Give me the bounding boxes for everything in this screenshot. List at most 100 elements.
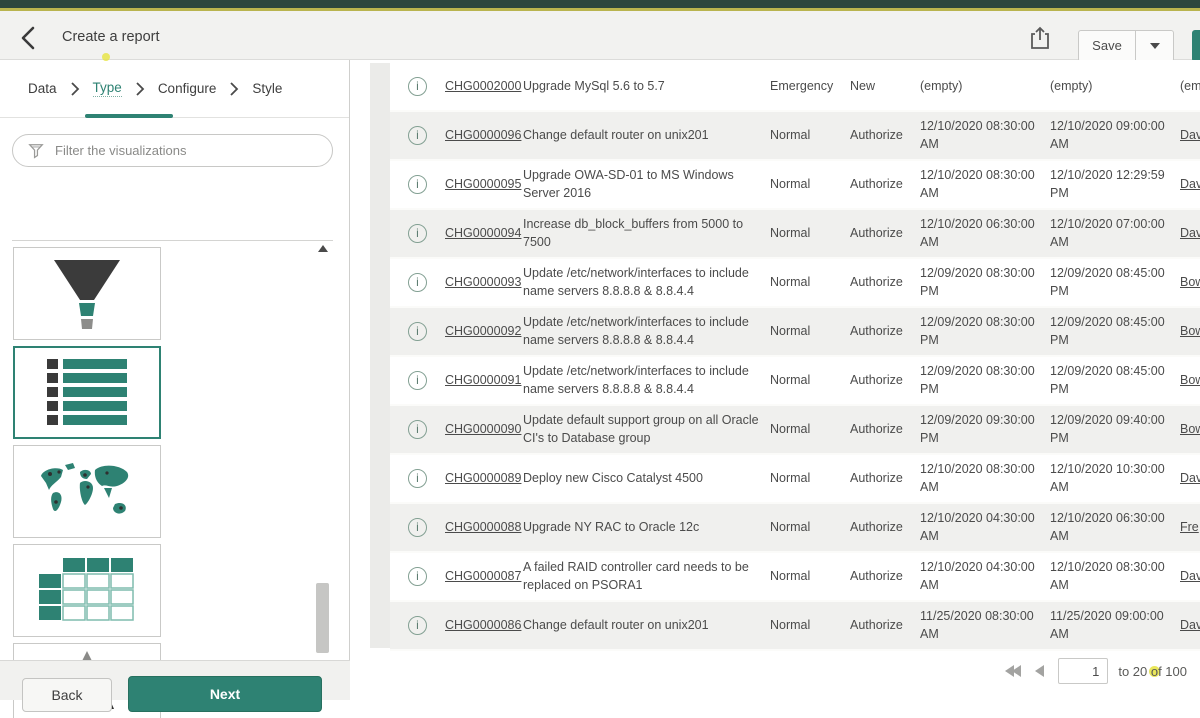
priority: Normal: [770, 515, 850, 541]
save-button[interactable]: Save: [1078, 30, 1136, 62]
start-date: 12/09/2020 08:30:00 PM: [920, 261, 1050, 304]
change-number-link[interactable]: CHG0000092: [445, 324, 521, 338]
change-number-link[interactable]: CHG0002000: [445, 79, 521, 93]
state: Authorize: [850, 613, 920, 639]
info-icon[interactable]: i: [408, 77, 427, 96]
priority: Normal: [770, 221, 850, 247]
filter-visualizations-field[interactable]: [12, 134, 333, 167]
viz-scrollbar[interactable]: [315, 243, 331, 703]
scrollbar-thumb[interactable]: [316, 583, 329, 653]
end-date: (empty): [1050, 74, 1180, 100]
short-description: Upgrade OWA-SD-01 to MS Windows Server 2…: [523, 163, 770, 206]
info-icon[interactable]: i: [408, 126, 427, 145]
info-icon[interactable]: i: [408, 371, 427, 390]
viz-thumb-heatmap[interactable]: [13, 544, 161, 637]
change-number-link[interactable]: CHG0000095: [445, 177, 521, 191]
priority: Normal: [770, 613, 850, 639]
back-button[interactable]: Back: [22, 678, 112, 712]
page-number-input[interactable]: [1058, 658, 1108, 684]
caret-down-icon: [1150, 43, 1160, 49]
filter-visualizations-input[interactable]: [55, 143, 332, 158]
step-style[interactable]: Style: [252, 81, 282, 96]
table-row[interactable]: i CHG0000086 Change default router on un…: [390, 602, 1200, 651]
info-icon[interactable]: i: [408, 518, 427, 537]
end-date: 12/09/2020 09:40:00 PM: [1050, 408, 1180, 451]
share-icon[interactable]: [1028, 25, 1052, 51]
priority: Normal: [770, 172, 850, 198]
assigned-to-link[interactable]: Dav: [1180, 128, 1200, 142]
scroll-up-icon[interactable]: [318, 245, 328, 252]
change-number-link[interactable]: CHG0000089: [445, 471, 521, 485]
change-number-link[interactable]: CHG0000094: [445, 226, 521, 240]
assigned-to-link[interactable]: Bow: [1180, 275, 1200, 289]
end-date: 12/10/2020 06:30:00 AM: [1050, 506, 1180, 549]
report-type-panel: Data Type Configure Style: [0, 60, 350, 700]
change-number-link[interactable]: CHG0000091: [445, 373, 521, 387]
short-description: Deploy new Cisco Catalyst 4500: [523, 466, 770, 492]
info-icon[interactable]: i: [408, 616, 427, 635]
priority: Normal: [770, 368, 850, 394]
step-configure[interactable]: Configure: [158, 81, 217, 96]
viz-thumb-world-map[interactable]: [13, 445, 161, 538]
assigned-to-link[interactable]: Bow: [1180, 324, 1200, 338]
chevron-right-icon: [229, 82, 239, 96]
table-row[interactable]: i CHG0000096 Change default router on un…: [390, 112, 1200, 161]
next-button[interactable]: Next: [128, 676, 322, 712]
save-dropdown-button[interactable]: [1136, 30, 1174, 62]
assigned-to-link[interactable]: Bow: [1180, 373, 1200, 387]
change-number-link[interactable]: CHG0000086: [445, 618, 521, 632]
back-arrow-button[interactable]: [16, 24, 44, 52]
info-icon[interactable]: i: [408, 420, 427, 439]
table-row[interactable]: i CHG0000089 Deploy new Cisco Catalyst 4…: [390, 455, 1200, 504]
info-icon[interactable]: i: [408, 273, 427, 292]
short-description: Update /etc/network/interfaces to includ…: [523, 261, 770, 304]
assigned-to-link[interactable]: Fre: [1180, 520, 1199, 534]
heatmap-table-icon: [37, 556, 137, 626]
assigned-to-link[interactable]: Dav: [1180, 618, 1200, 632]
viz-thumb-list[interactable]: [13, 346, 161, 439]
step-type[interactable]: Type: [93, 80, 122, 97]
assigned-to-link[interactable]: Bow: [1180, 422, 1200, 436]
priority: Normal: [770, 123, 850, 149]
info-icon[interactable]: i: [408, 224, 427, 243]
funnel-filter-icon: [27, 142, 45, 160]
table-row[interactable]: i CHG0000091 Update /etc/network/interfa…: [390, 357, 1200, 406]
short-description: Upgrade NY RAC to Oracle 12c: [523, 515, 770, 541]
info-icon[interactable]: i: [408, 175, 427, 194]
short-description: A failed RAID controller card needs to b…: [523, 555, 770, 598]
info-icon[interactable]: i: [408, 469, 427, 488]
change-number-link[interactable]: CHG0000088: [445, 520, 521, 534]
change-number-link[interactable]: CHG0000093: [445, 275, 521, 289]
state: Authorize: [850, 270, 920, 296]
assigned-to-link[interactable]: Dav: [1180, 471, 1200, 485]
table-row[interactable]: i CHG0000090 Update default support grou…: [390, 406, 1200, 455]
assigned-to-link[interactable]: Dav: [1180, 226, 1200, 240]
priority: Normal: [770, 270, 850, 296]
viz-thumb-funnel[interactable]: [13, 247, 161, 340]
step-data[interactable]: Data: [28, 81, 57, 96]
table-row[interactable]: i CHG0000095 Upgrade OWA-SD-01 to MS Win…: [390, 161, 1200, 210]
funnel-chart-icon: [32, 254, 142, 334]
world-map-icon: [35, 458, 139, 526]
priority: Normal: [770, 319, 850, 345]
table-row[interactable]: i CHG0000094 Increase db_block_buffers f…: [390, 210, 1200, 259]
assigned-to-link[interactable]: Dav: [1180, 569, 1200, 583]
first-page-button[interactable]: [1005, 665, 1021, 677]
change-number-link[interactable]: CHG0000096: [445, 128, 521, 142]
table-row[interactable]: i CHG0000088 Upgrade NY RAC to Oracle 12…: [390, 504, 1200, 553]
state: Authorize: [850, 123, 920, 149]
partial-edge-button[interactable]: [1192, 30, 1200, 62]
short-description: Change default router on unix201: [523, 613, 770, 639]
table-row[interactable]: i CHG0000093 Update /etc/network/interfa…: [390, 259, 1200, 308]
previous-page-button[interactable]: [1035, 665, 1044, 677]
table-row[interactable]: i CHG0000087 A failed RAID controller ca…: [390, 553, 1200, 602]
info-icon[interactable]: i: [408, 322, 427, 341]
change-number-link[interactable]: CHG0000090: [445, 422, 521, 436]
change-number-link[interactable]: CHG0000087: [445, 569, 521, 583]
assigned-to-link[interactable]: Dav: [1180, 177, 1200, 191]
table-row[interactable]: i CHG0000092 Update /etc/network/interfa…: [390, 308, 1200, 357]
priority: Normal: [770, 417, 850, 443]
info-icon[interactable]: i: [408, 567, 427, 586]
end-date: 12/10/2020 07:00:00 AM: [1050, 212, 1180, 255]
table-row[interactable]: i CHG0002000 Upgrade MySql 5.6 to 5.7 Em…: [390, 63, 1200, 112]
